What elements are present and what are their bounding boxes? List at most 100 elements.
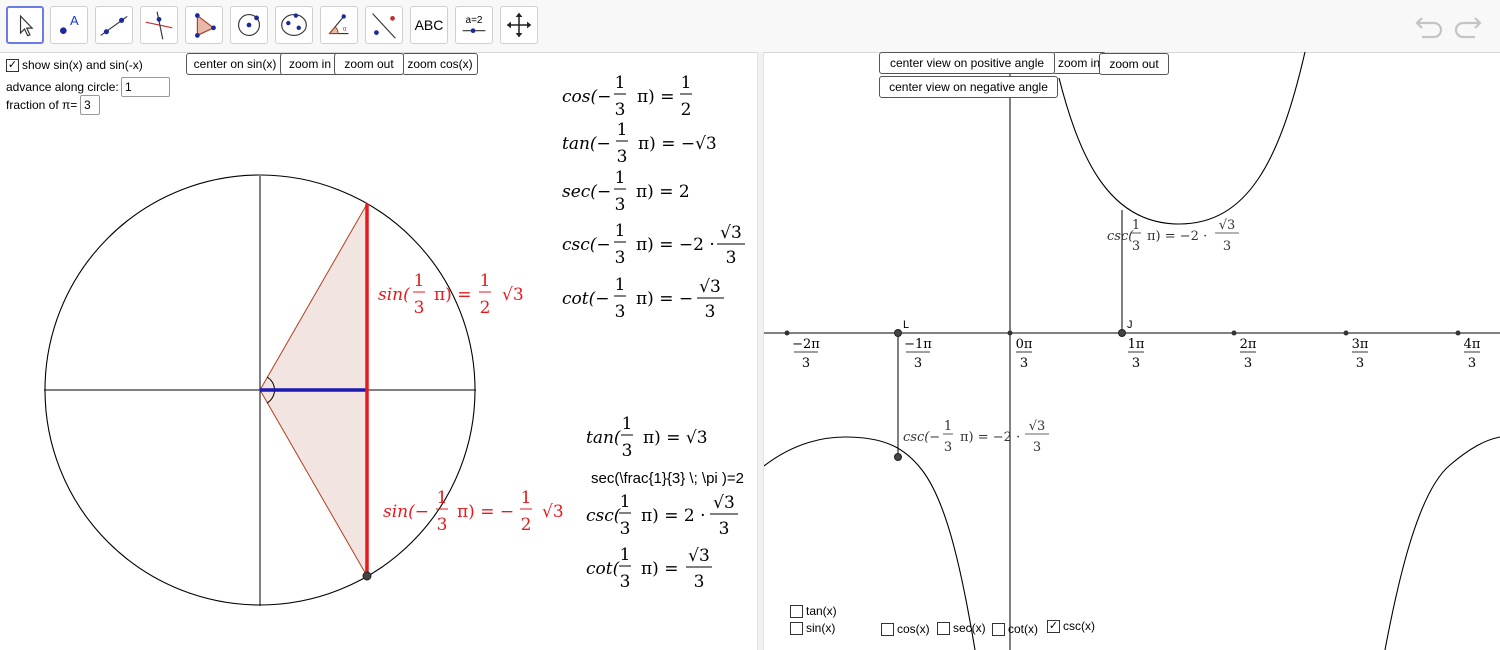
svg-text:π) =: π) = xyxy=(637,87,674,107)
sin-pos-fn: sin( xyxy=(378,285,410,305)
csc-checkbox-label: csc(x) xyxy=(1063,619,1095,633)
svg-text:√3: √3 xyxy=(1029,419,1046,434)
tick-label-1: 1π3 xyxy=(1128,337,1145,371)
view-divider[interactable] xyxy=(757,52,764,650)
svg-text:csc(−: csc(− xyxy=(903,430,940,445)
point-L[interactable] xyxy=(894,329,902,337)
sin-checkbox-label: sin(x) xyxy=(806,621,836,635)
sin-pos-den: 3 xyxy=(414,298,425,318)
svg-text:√3: √3 xyxy=(1219,218,1236,233)
tick-label-3: 3π3 xyxy=(1352,337,1369,371)
cot-neg-equation: cot(− 1 3 π) = − √3 3 xyxy=(562,275,724,322)
csc-checkbox[interactable]: ✓ csc(x) xyxy=(1047,619,1095,633)
sin-neg-rad: √3 xyxy=(542,502,564,522)
svg-text:cot(: cot( xyxy=(586,559,620,579)
point-J[interactable] xyxy=(1118,329,1126,337)
svg-text:3: 3 xyxy=(615,195,626,215)
svg-text:3: 3 xyxy=(1033,440,1041,455)
svg-text:3: 3 xyxy=(1244,356,1252,371)
cos-checkbox-label: cos(x) xyxy=(897,622,930,636)
svg-text:3: 3 xyxy=(1356,356,1364,371)
sec-checkbox-box[interactable] xyxy=(937,621,950,635)
svg-text:3: 3 xyxy=(1468,356,1476,371)
svg-text:√3: √3 xyxy=(699,277,721,297)
svg-text:sec(−: sec(− xyxy=(562,182,611,202)
sec-pos-raw-equation: sec(\frac{1}{3} \; \pi )=2 xyxy=(591,470,744,487)
svg-text:1: 1 xyxy=(620,492,631,512)
svg-text:1: 1 xyxy=(615,73,626,93)
sin-pos-rden: 2 xyxy=(480,298,491,318)
csc-pos-equation: csc( 1 3 π) = 2 · √3 3 xyxy=(586,492,738,539)
sin-neg-rden: 2 xyxy=(521,515,532,535)
svg-text:3: 3 xyxy=(615,100,626,120)
svg-text:csc(−: csc(− xyxy=(562,235,611,255)
csc-neg-equation: csc(− 1 3 π) = −2 · √3 3 xyxy=(562,221,745,268)
svg-text:3: 3 xyxy=(719,519,730,539)
tick-label-0: 0π3 xyxy=(1016,337,1033,371)
svg-text:0π: 0π xyxy=(1016,337,1033,352)
sin-neg-num: 1 xyxy=(437,488,448,508)
svg-text:π) = 2 ·: π) = 2 · xyxy=(641,506,705,526)
svg-text:√3: √3 xyxy=(720,223,742,243)
sin-checkbox[interactable]: sin(x) xyxy=(790,621,835,635)
svg-text:1: 1 xyxy=(617,120,628,140)
svg-text:csc(: csc( xyxy=(586,506,621,526)
svg-text:1π: 1π xyxy=(1128,337,1145,352)
tan-checkbox-label: tan(x) xyxy=(806,604,837,618)
svg-text:tan(−: tan(− xyxy=(562,134,611,154)
svg-text:π) = √3: π) = √3 xyxy=(643,428,708,448)
sin-neg-rnum: 1 xyxy=(521,488,532,508)
svg-text:3: 3 xyxy=(1020,356,1028,371)
cot-pos-equation: cot( 1 3 π) = √3 3 xyxy=(586,545,712,592)
svg-text:tan(: tan( xyxy=(586,428,621,448)
svg-text:3π: 3π xyxy=(1352,337,1369,352)
cot-checkbox[interactable]: cot(x) xyxy=(992,622,1038,636)
sin-neg-fn: sin(− xyxy=(383,502,429,522)
csc-neg-point[interactable] xyxy=(894,453,902,461)
svg-text:1: 1 xyxy=(622,414,633,434)
svg-text:3: 3 xyxy=(1223,239,1231,254)
tan-checkbox-box[interactable] xyxy=(790,604,803,618)
sin-checkbox-box[interactable] xyxy=(790,621,803,635)
svg-text:√3: √3 xyxy=(688,546,710,566)
tan-checkbox[interactable]: tan(x) xyxy=(790,604,837,618)
csc-graph: L J −2π3 −1π3 0π3 1π3 2π3 3π3 4π3 csc( 1… xyxy=(764,51,1500,650)
cos-checkbox[interactable]: cos(x) xyxy=(881,622,930,636)
sec-neg-equation: sec(− 1 3 π) = 2 xyxy=(562,168,690,215)
sin-neg-mid: π) = − xyxy=(457,502,514,522)
sin-pos-num: 1 xyxy=(414,271,425,291)
svg-text:π) = −2 ·: π) = −2 · xyxy=(960,430,1020,445)
svg-text:−1π: −1π xyxy=(904,337,932,352)
right-zoom-in-button[interactable]: zoom in xyxy=(1052,52,1106,74)
sin-pos-mid: π) = xyxy=(434,285,471,305)
center-negative-button[interactable]: center view on negative angle xyxy=(879,76,1058,98)
svg-text:3: 3 xyxy=(615,248,626,268)
cot-checkbox-box[interactable] xyxy=(992,622,1005,636)
tan-pos-equation: tan( 1 3 π) = √3 xyxy=(586,414,708,461)
tan-neg-equation: tan(− 1 3 π) = −√3 xyxy=(562,120,717,167)
right-zoom-out-button[interactable]: zoom out xyxy=(1099,53,1169,75)
svg-text:π) = −2 ·: π) = −2 · xyxy=(1147,229,1207,244)
cos-neg-equation: cos(− 1 3 π) = 1 2 xyxy=(562,73,692,120)
svg-text:3: 3 xyxy=(622,441,633,461)
cos-checkbox-box[interactable] xyxy=(881,622,894,636)
svg-text:π) = −: π) = − xyxy=(636,289,693,309)
tick-labels: −2π3 −1π3 0π3 1π3 2π3 3π3 4π3 xyxy=(792,337,1481,371)
svg-text:cot(−: cot(− xyxy=(562,289,609,309)
svg-text:3: 3 xyxy=(694,572,705,592)
csc-checkbox-box[interactable]: ✓ xyxy=(1047,619,1060,633)
center-positive-button[interactable]: center view on positive angle xyxy=(879,52,1055,74)
sec-checkbox[interactable]: sec(x) xyxy=(937,621,986,635)
svg-text:1: 1 xyxy=(1132,218,1140,233)
svg-text:√3: √3 xyxy=(713,493,735,513)
svg-text:−2π: −2π xyxy=(792,337,820,352)
csc-curve-upper xyxy=(1058,51,1306,225)
svg-text:3: 3 xyxy=(620,572,631,592)
svg-text:3: 3 xyxy=(726,248,737,268)
svg-text:1: 1 xyxy=(615,275,626,295)
svg-text:1: 1 xyxy=(681,73,692,93)
point-J-label: J xyxy=(1127,319,1133,331)
cot-checkbox-label: cot(x) xyxy=(1008,622,1038,636)
svg-text:3: 3 xyxy=(1132,239,1140,254)
csc-curve-lower-left xyxy=(764,436,976,650)
